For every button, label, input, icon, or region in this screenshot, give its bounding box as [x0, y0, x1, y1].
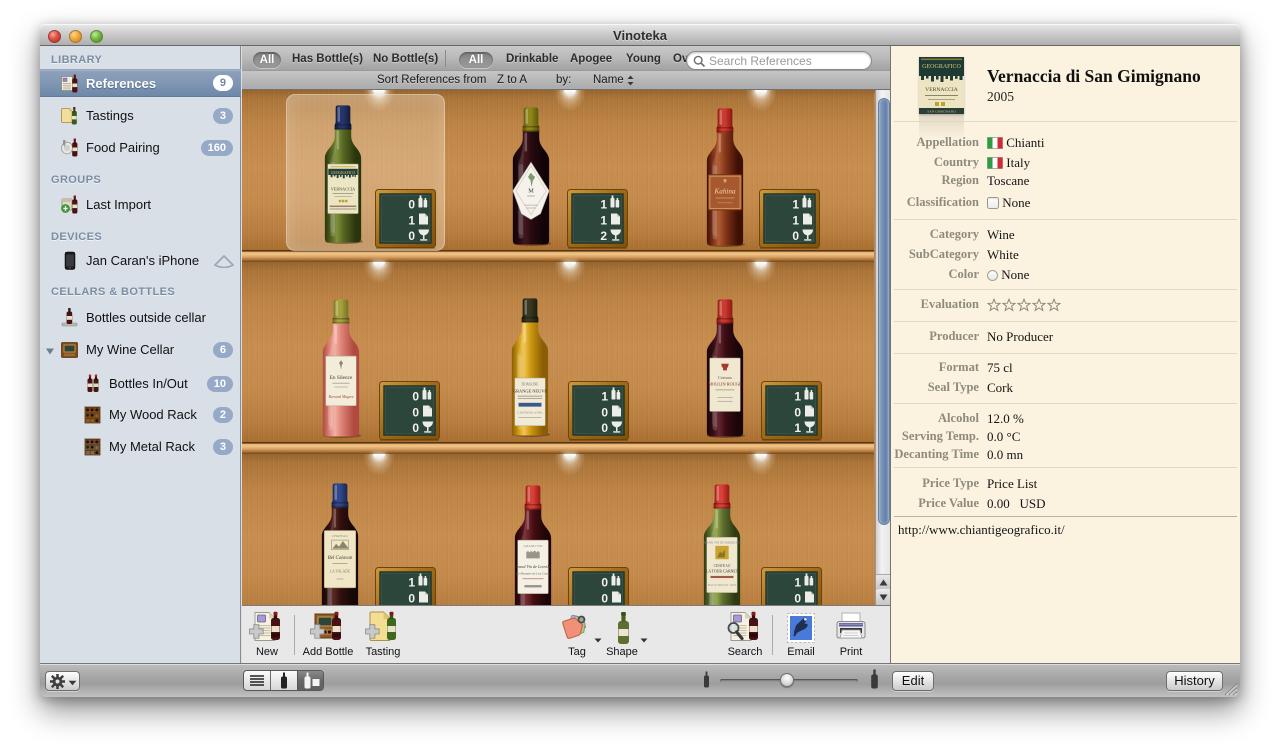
svg-text:1: 1	[408, 214, 415, 228]
svg-text:VERNACCIA: VERNACCIA	[925, 87, 958, 93]
svg-text:0: 0	[412, 406, 419, 420]
svg-text:CHATEAU: CHATEAU	[714, 564, 731, 568]
svg-text:0: 0	[794, 592, 801, 606]
svg-text:GEOGRAFICO: GEOGRAFICO	[922, 64, 961, 70]
svg-text:0: 0	[601, 576, 608, 590]
svg-text:du Marquis de Las Cases: du Marquis de Las Cases	[516, 572, 550, 576]
svg-text:1: 1	[601, 390, 608, 404]
svg-text:1: 1	[600, 214, 607, 228]
svg-text:2: 2	[600, 229, 607, 243]
svg-text:0: 0	[794, 406, 801, 420]
svg-text:1: 1	[794, 390, 801, 404]
svg-text:CASTANG et Fils: CASTANG et Fils	[517, 410, 543, 414]
svg-text:1: 1	[408, 576, 415, 590]
svg-text:En Silence: En Silence	[330, 375, 353, 381]
svg-text:0: 0	[601, 592, 608, 606]
svg-text:0: 0	[601, 406, 608, 420]
svg-text:Bernard Magrez: Bernard Magrez	[329, 395, 354, 399]
svg-text:MOULIN ROUGE: MOULIN ROUGE	[708, 382, 742, 387]
svg-text:Grand Vin de Leoville: Grand Vin de Leoville	[514, 564, 551, 569]
svg-text:0: 0	[412, 390, 419, 404]
svg-text:LA VALADE: LA VALADE	[330, 570, 351, 574]
svg-text:DOMAINE: DOMAINE	[521, 383, 539, 387]
svg-text:0: 0	[408, 592, 415, 606]
svg-text:GRANGE NEUVE: GRANGE NEUVE	[513, 388, 547, 393]
svg-text:2000: 2000	[337, 577, 344, 581]
svg-text:0: 0	[408, 198, 415, 212]
svg-text:1: 1	[794, 421, 801, 435]
svg-text:CHATEAU: CHATEAU	[332, 534, 348, 538]
svg-text:SAN GIMIGNANO: SAN GIMIGNANO	[927, 110, 956, 114]
svg-text:1: 1	[792, 214, 799, 228]
svg-text:GRAND VIN DE BORDEAUX: GRAND VIN DE BORDEAUX	[702, 540, 742, 544]
svg-text:M: M	[528, 188, 534, 195]
svg-text:GEOGRAFICO: GEOGRAFICO	[331, 171, 356, 175]
svg-text:0: 0	[792, 229, 799, 243]
svg-text:Kahina: Kahina	[713, 188, 735, 196]
svg-text:Bel Colavan: Bel Colavan	[328, 556, 353, 561]
svg-text:1: 1	[600, 198, 607, 212]
svg-text:0: 0	[408, 229, 415, 243]
svg-text:HAUT-MEDOC 2003: HAUT-MEDOC 2003	[708, 583, 737, 587]
svg-text:0: 0	[601, 421, 608, 435]
svg-text:VERNACCIA: VERNACCIA	[331, 187, 355, 192]
svg-text:LA TOUR CARNET: LA TOUR CARNET	[706, 570, 739, 574]
svg-text:1: 1	[792, 198, 799, 212]
svg-text:GRAND VIN: GRAND VIN	[523, 544, 543, 548]
svg-text:1: 1	[794, 576, 801, 590]
svg-text:0: 0	[412, 421, 419, 435]
svg-text:Coteaux: Coteaux	[718, 375, 733, 380]
